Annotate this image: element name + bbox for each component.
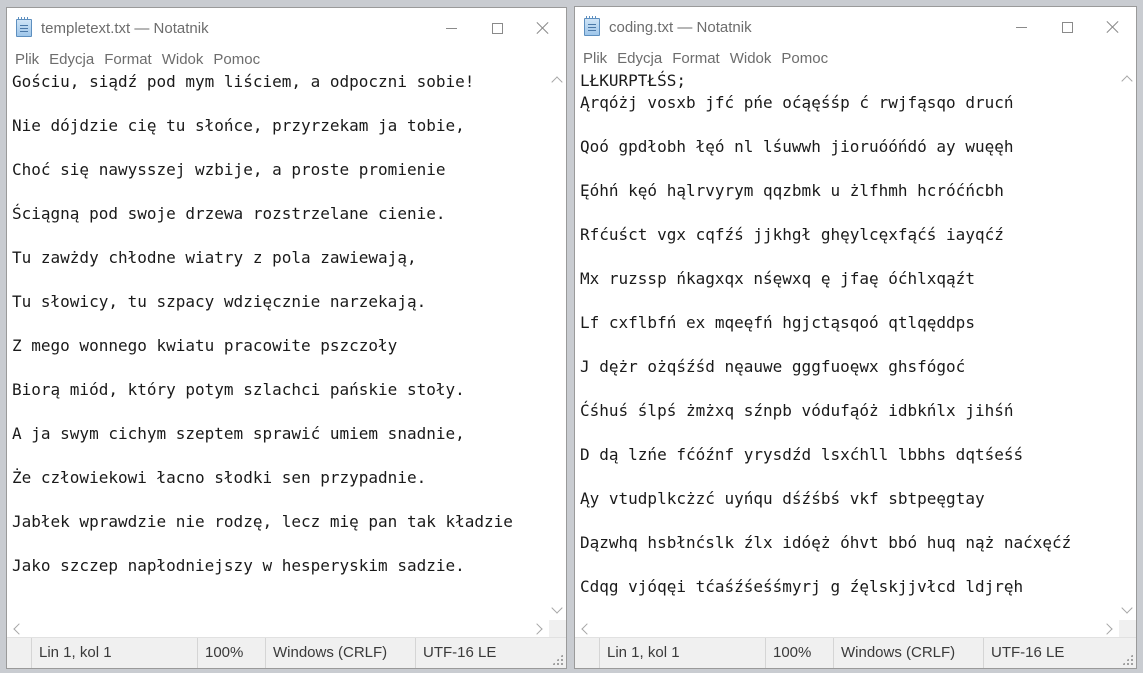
menu-edycja[interactable]: Edycja <box>612 48 667 70</box>
window-title: coding.txt — Notatnik <box>609 19 752 36</box>
vertical-scrollbar[interactable] <box>1119 70 1136 620</box>
scroll-down-icon[interactable] <box>551 602 563 614</box>
status-encoding: UTF-16 LE <box>415 638 535 668</box>
text-line: Gościu, siądź pod mym liściem, a odpoczn… <box>12 72 475 91</box>
close-button[interactable] <box>520 8 566 48</box>
menu-widok[interactable]: Widok <box>157 49 209 71</box>
status-position: Lin 1, kol 1 <box>31 638 197 668</box>
text-line: Ęóhń kęó hąlrvyrym qqzbmk u żlfhmh hcróć… <box>580 181 1004 200</box>
text-editor[interactable]: LŁKURPTŁŚS; Ąrqóżj vosxb jfć pńe oćąęśśp… <box>575 70 1119 620</box>
minimize-icon <box>445 27 457 29</box>
status-bar: Lin 1, kol 1 100% Windows (CRLF) UTF-16 … <box>575 637 1136 668</box>
status-position: Lin 1, kol 1 <box>599 638 765 668</box>
text-line: Że człowiekowi łacno słodki sen przypadn… <box>12 468 427 487</box>
text-line: Rfćuśct vgx cqfźś jjkhgł ghęylcęxfąćś ia… <box>580 225 1004 244</box>
status-line-ending: Windows (CRLF) <box>833 638 983 668</box>
vertical-scrollbar[interactable] <box>549 71 566 620</box>
scroll-down-icon[interactable] <box>1121 602 1133 614</box>
menu-bar: Plik Edycja Format Widok Pomoc <box>575 48 1136 70</box>
scroll-corner <box>549 620 566 638</box>
notepad-icon <box>16 17 32 37</box>
status-zoom: 100% <box>197 638 265 668</box>
menu-widok[interactable]: Widok <box>725 48 777 70</box>
text-line: Mx ruzssp ńkagxqx nśęwxq ę jfaę óćhlxqąź… <box>580 269 975 288</box>
scroll-left-icon[interactable] <box>13 623 25 635</box>
close-icon <box>536 21 550 35</box>
menu-pomoc[interactable]: Pomoc <box>776 48 833 70</box>
scroll-right-icon[interactable] <box>531 623 543 635</box>
text-line: Z mego wonnego kwiatu pracowite pszczoły <box>12 336 398 355</box>
menu-plik[interactable]: Plik <box>578 48 612 70</box>
horizontal-scrollbar[interactable] <box>7 620 549 638</box>
menu-plik[interactable]: Plik <box>10 49 44 71</box>
text-line: LŁKURPTŁŚS; <box>580 71 686 90</box>
status-line-ending: Windows (CRLF) <box>265 638 415 668</box>
text-line: Nie dójdzie cię tu słońce, przyrzekam ja… <box>12 116 465 135</box>
resize-grip-icon[interactable] <box>552 654 563 665</box>
text-line: Tu słowicy, tu szpacy wdzięcznie narzeka… <box>12 292 427 311</box>
notepad-window-templetext[interactable]: templetext.txt — Notatnik Plik Edycja Fo… <box>6 7 567 669</box>
menu-format[interactable]: Format <box>667 48 725 70</box>
scroll-corner <box>1119 620 1136 638</box>
title-bar[interactable]: templetext.txt — Notatnik <box>7 8 566 49</box>
text-editor[interactable]: Gościu, siądź pod mym liściem, a odpoczn… <box>7 71 549 620</box>
status-encoding: UTF-16 LE <box>983 638 1103 668</box>
menu-format[interactable]: Format <box>99 49 157 71</box>
text-line: Ąrqóżj vosxb jfć pńe oćąęśśp ć rwjfąsqo … <box>580 93 1014 112</box>
minimize-button[interactable] <box>998 7 1044 47</box>
maximize-button[interactable] <box>1044 7 1090 47</box>
text-line: J dężr ożqśźśd nęauwe gggfuoęwx ghsfógoć <box>580 357 966 376</box>
status-bar: Lin 1, kol 1 100% Windows (CRLF) UTF-16 … <box>7 637 566 668</box>
title-bar[interactable]: coding.txt — Notatnik <box>575 7 1136 48</box>
notepad-window-coding[interactable]: coding.txt — Notatnik Plik Edycja Format… <box>574 6 1137 669</box>
text-line: Jabłek wprawdzie nie rodzę, lecz mię pan… <box>12 512 513 531</box>
scroll-up-icon[interactable] <box>1121 75 1133 87</box>
text-line: Cdqg vjóqęi tćaśźśeśśmyrj g źęlskjjvłcd … <box>580 577 1024 596</box>
scroll-up-icon[interactable] <box>551 76 563 88</box>
text-line: Tu zawżdy chłodne wiatry z pola zawiewaj… <box>12 248 417 267</box>
text-line: Choć się nawysszej wzbije, a proste prom… <box>12 160 446 179</box>
menu-pomoc[interactable]: Pomoc <box>208 49 265 71</box>
minimize-icon <box>1015 26 1027 28</box>
maximize-icon <box>491 22 503 34</box>
text-line: D dą lzńe fćóźnf yrysdźd lsxćhll lbbhs d… <box>580 445 1024 464</box>
status-zoom: 100% <box>765 638 833 668</box>
window-title: templetext.txt — Notatnik <box>41 20 209 37</box>
maximize-icon <box>1061 21 1073 33</box>
close-icon <box>1106 20 1120 34</box>
resize-grip-icon[interactable] <box>1122 654 1133 665</box>
text-line: Lf cxflbfń ex mqeęfń hgjctąsqoó qtlqęddp… <box>580 313 975 332</box>
text-line: A ja swym cichym szeptem sprawić umiem s… <box>12 424 465 443</box>
text-line: Ąy vtudplkcżzć uyńqu dśźśbś vkf sbtpeęgt… <box>580 489 985 508</box>
maximize-button[interactable] <box>474 8 520 48</box>
text-line: Qoó gpdłobh łęó nl lśuwwh jioruóóńdó ay … <box>580 137 1014 156</box>
text-line: Ściągną pod swoje drzewa rozstrzelane ci… <box>12 204 446 223</box>
menu-bar: Plik Edycja Format Widok Pomoc <box>7 49 566 71</box>
scroll-right-icon[interactable] <box>1101 623 1113 635</box>
scroll-left-icon[interactable] <box>581 623 593 635</box>
close-button[interactable] <box>1090 7 1136 47</box>
notepad-icon <box>584 16 600 36</box>
menu-edycja[interactable]: Edycja <box>44 49 99 71</box>
text-line: Biorą miód, który potym szlachci pańskie… <box>12 380 465 399</box>
text-line: Dązwhq hsbłnćslk źlx idóęż óhvt bbó huq … <box>580 533 1072 552</box>
horizontal-scrollbar[interactable] <box>575 620 1119 638</box>
text-line: Jako szczep napłodniejszy w hesperyskim … <box>12 556 465 575</box>
text-line: Ćśhuś ślpś żmżxq sźnpb vódufąóż idbkńlx … <box>580 401 1014 420</box>
minimize-button[interactable] <box>428 8 474 48</box>
